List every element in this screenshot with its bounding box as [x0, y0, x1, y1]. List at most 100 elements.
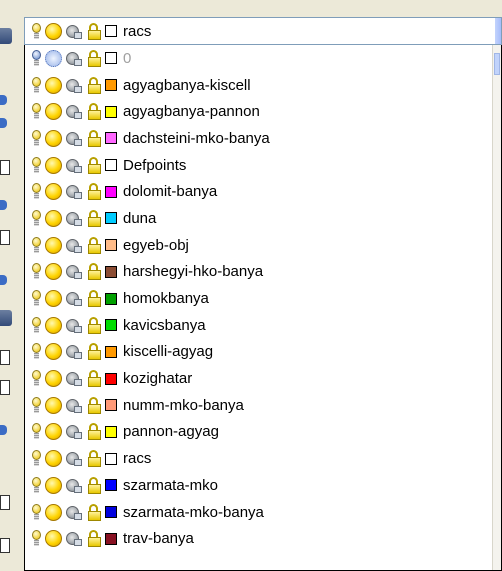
viewport-freeze-icon[interactable]	[65, 530, 83, 547]
scrollbar-thumb[interactable]	[494, 53, 500, 75]
sun-icon[interactable]	[45, 129, 62, 147]
sun-icon[interactable]	[45, 22, 62, 40]
toolbar-button-fragment[interactable]	[0, 160, 10, 175]
sun-icon[interactable]	[45, 503, 62, 521]
layer-row[interactable]: kozighatar	[25, 365, 501, 392]
lightbulb-icon[interactable]	[31, 263, 42, 280]
lightbulb-icon[interactable]	[31, 476, 42, 494]
toolbar-button-fragment[interactable]	[0, 118, 7, 128]
layer-row[interactable]: egyeb-obj	[25, 232, 501, 259]
toolbar-button-fragment[interactable]	[0, 538, 10, 553]
toolbar-button-fragment[interactable]	[0, 380, 10, 395]
lightbulb-icon[interactable]	[31, 503, 42, 521]
viewport-freeze-icon[interactable]	[65, 130, 83, 147]
layer-combobox[interactable]: racs	[24, 17, 502, 45]
viewport-freeze-icon[interactable]	[65, 290, 83, 307]
sun-icon[interactable]	[45, 423, 62, 441]
lightbulb-icon[interactable]	[31, 290, 42, 307]
sun-icon[interactable]	[45, 236, 62, 254]
unlock-icon[interactable]	[87, 263, 102, 281]
sun-icon[interactable]	[45, 370, 62, 388]
toolbar-button-fragment[interactable]	[0, 200, 7, 210]
viewport-freeze-icon[interactable]	[65, 343, 83, 360]
layer-row[interactable]: szarmata-mko-banya	[25, 499, 501, 526]
toolbar-button-fragment[interactable]	[0, 425, 7, 435]
toolbar-button-fragment[interactable]	[0, 230, 10, 245]
layer-row[interactable]: kiscelli-agyag	[25, 339, 501, 366]
layer-row[interactable]: homokbanya	[25, 285, 501, 312]
viewport-freeze-icon[interactable]	[65, 210, 83, 227]
lightbulb-icon[interactable]	[31, 316, 42, 334]
layer-row[interactable]: agyagbanya-pannon	[25, 98, 501, 125]
layer-row[interactable]: trav-banya	[25, 525, 501, 552]
sun-icon[interactable]	[45, 209, 62, 227]
sun-icon[interactable]	[45, 263, 62, 281]
viewport-freeze-icon[interactable]	[65, 504, 83, 521]
viewport-freeze-icon[interactable]	[65, 397, 83, 414]
unlock-icon[interactable]	[87, 530, 102, 548]
sun-icon[interactable]	[45, 396, 62, 414]
dropdown-arrow-button[interactable]	[495, 18, 501, 44]
toolbar-button-fragment[interactable]	[0, 95, 7, 105]
unlock-icon[interactable]	[87, 450, 102, 468]
viewport-freeze-icon[interactable]	[65, 370, 83, 387]
toolbar-button-fragment[interactable]	[0, 495, 10, 510]
vertical-scrollbar[interactable]	[492, 45, 501, 570]
unlock-icon[interactable]	[87, 316, 102, 334]
viewport-freeze-icon[interactable]	[65, 317, 83, 334]
sun-icon[interactable]	[45, 450, 62, 468]
sun-icon[interactable]	[45, 103, 62, 121]
unlock-icon[interactable]	[87, 503, 102, 521]
layer-row[interactable]: Defpoints	[25, 152, 501, 179]
toolbar-button-fragment[interactable]	[0, 310, 12, 326]
lightbulb-icon[interactable]	[31, 343, 42, 360]
viewport-freeze-icon[interactable]	[65, 23, 83, 40]
layer-row[interactable]: duna	[25, 205, 501, 232]
lightbulb-icon[interactable]	[31, 103, 42, 120]
lightbulb-icon[interactable]	[31, 76, 42, 94]
layer-row[interactable]: szarmata-mko	[25, 472, 501, 499]
viewport-freeze-icon[interactable]	[65, 157, 83, 174]
unlock-icon[interactable]	[87, 423, 102, 441]
viewport-freeze-icon[interactable]	[65, 237, 83, 254]
viewport-freeze-icon[interactable]	[65, 423, 83, 440]
sun-icon[interactable]	[45, 183, 62, 201]
layer-row[interactable]: 0	[25, 45, 501, 72]
lightbulb-icon[interactable]	[31, 129, 42, 147]
viewport-freeze-icon[interactable]	[65, 50, 83, 67]
unlock-icon[interactable]	[87, 209, 102, 227]
layer-row[interactable]: pannon-agyag	[25, 419, 501, 446]
lightbulb-icon[interactable]	[31, 396, 42, 414]
toolbar-button-fragment[interactable]	[0, 275, 7, 285]
layer-row[interactable]: numm-mko-banya	[25, 392, 501, 419]
toolbar-button-fragment[interactable]	[0, 350, 10, 365]
unlock-icon[interactable]	[87, 183, 102, 201]
snowflake-icon[interactable]	[45, 49, 62, 67]
unlock-icon[interactable]	[87, 129, 102, 147]
lightbulb-icon[interactable]	[31, 22, 42, 40]
viewport-freeze-icon[interactable]	[65, 103, 83, 120]
lightbulb-icon[interactable]	[31, 530, 42, 547]
viewport-freeze-icon[interactable]	[65, 263, 83, 280]
sun-icon[interactable]	[45, 76, 62, 94]
lightbulb-icon[interactable]	[31, 236, 42, 254]
unlock-icon[interactable]	[87, 22, 102, 40]
layer-row[interactable]: agyagbanya-kiscell	[25, 72, 501, 99]
layer-row[interactable]: dolomit-banya	[25, 178, 501, 205]
viewport-freeze-icon[interactable]	[65, 450, 83, 467]
unlock-icon[interactable]	[87, 236, 102, 254]
layer-row[interactable]: harshegyi-hko-banya	[25, 259, 501, 286]
unlock-icon[interactable]	[87, 370, 102, 388]
lightbulb-icon[interactable]	[31, 209, 42, 227]
unlock-icon[interactable]	[87, 76, 102, 94]
lightbulb-icon[interactable]	[31, 49, 42, 67]
layer-row[interactable]: racs	[25, 445, 501, 472]
unlock-icon[interactable]	[87, 343, 102, 361]
unlock-icon[interactable]	[87, 290, 102, 308]
sun-icon[interactable]	[45, 156, 62, 174]
viewport-freeze-icon[interactable]	[65, 477, 83, 494]
unlock-icon[interactable]	[87, 156, 102, 174]
unlock-icon[interactable]	[87, 49, 102, 67]
unlock-icon[interactable]	[87, 103, 102, 121]
sun-icon[interactable]	[45, 316, 62, 334]
